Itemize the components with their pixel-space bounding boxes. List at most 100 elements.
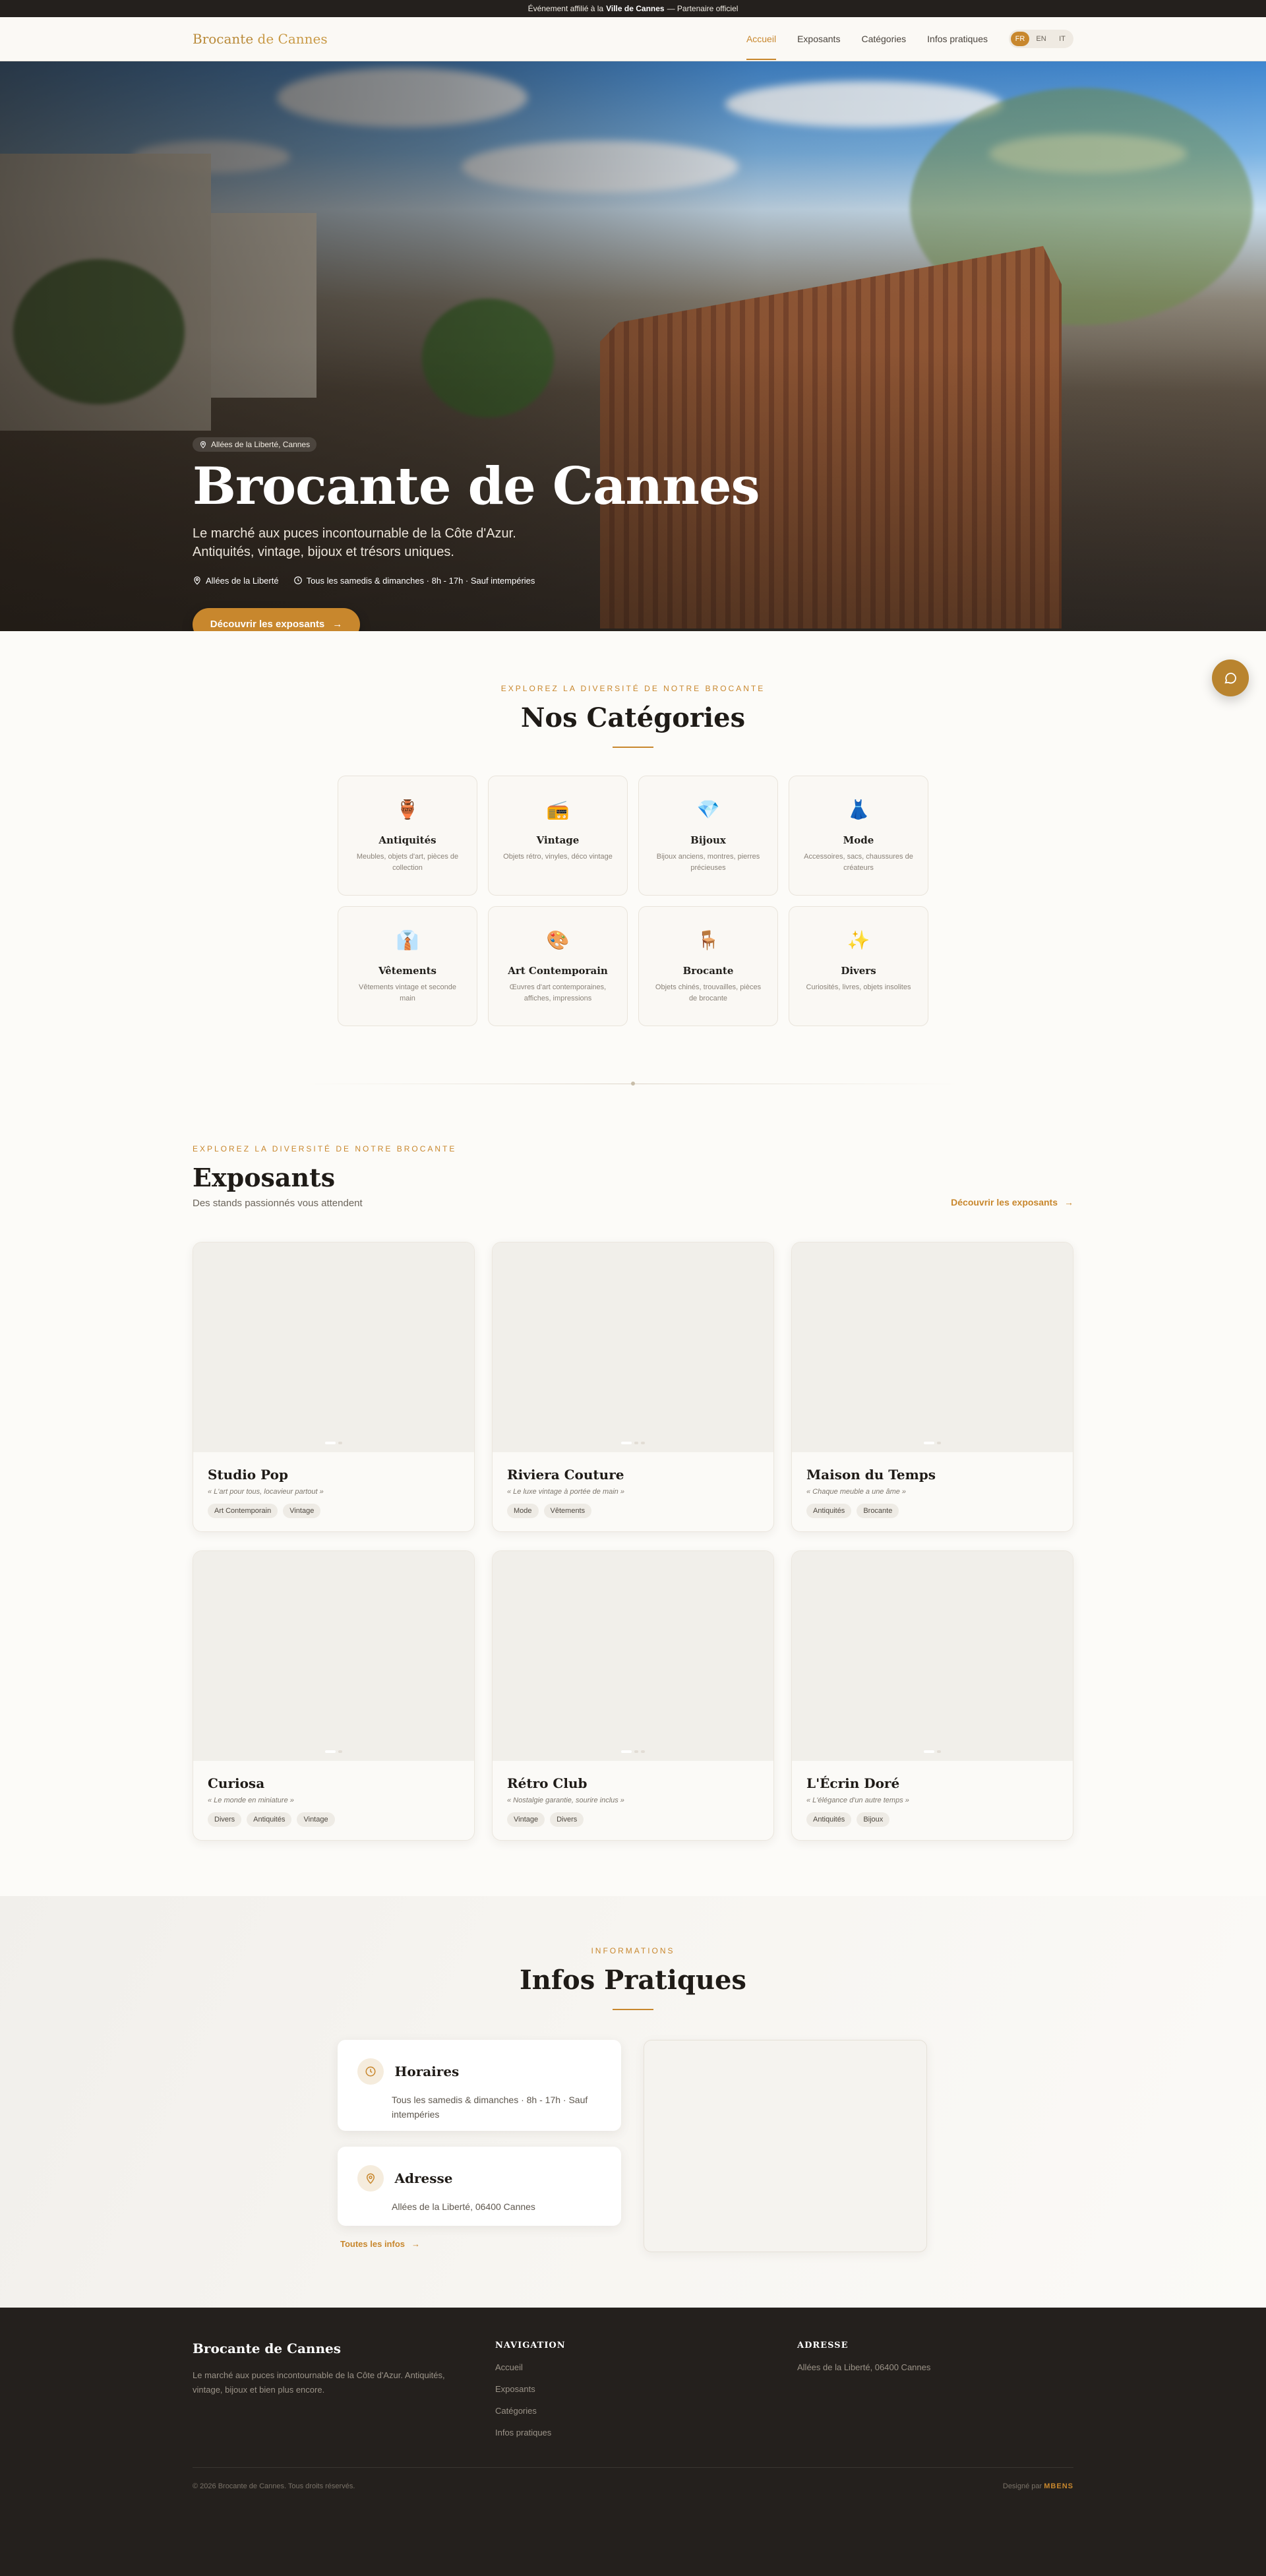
- exhibitor-name: Maison du Temps: [806, 1467, 936, 1483]
- hero-location-text: Allées de la Liberté: [206, 575, 279, 586]
- category-card-vintage[interactable]: 📻 Vintage Objets rétro, vinyles, déco vi…: [488, 776, 628, 896]
- see-all-exhibitors-link[interactable]: Découvrir les exposants →: [951, 1197, 1073, 1208]
- footer-divider: [193, 2467, 1073, 2468]
- footer-link-categories[interactable]: Catégories: [495, 2406, 566, 2416]
- category-card-mode[interactable]: 👗 Mode Accessoires, sacs, chaussures de …: [789, 776, 928, 896]
- carousel-dots: [325, 1750, 342, 1753]
- footer-link-accueil[interactable]: Accueil: [495, 2362, 566, 2372]
- site-footer: Brocante de Cannes Le marché aux puces i…: [0, 2308, 1266, 2576]
- pin-icon: [194, 576, 200, 586]
- exhibitor-card-curiosa[interactable]: Curiosa « Le monde en miniature » Divers…: [193, 1550, 475, 1841]
- hero-banner: Allées de la Liberté, Cannes Brocante de…: [0, 61, 1266, 631]
- hours-text: Tous les samedis & dimanches · 8h - 17h …: [392, 2095, 588, 2120]
- logo-part-1: Brocante: [193, 31, 254, 47]
- clock-icon: [293, 576, 302, 585]
- hours-card: Horaires Tous les samedis & dimanches · …: [338, 2040, 621, 2131]
- exhibitor-tagline: « L'élégance d'un autre temps »: [806, 1796, 909, 1804]
- category-card-brocante[interactable]: 🪑 Brocante Objets chinés, trouvailles, p…: [638, 906, 778, 1026]
- location-map[interactable]: [644, 2040, 927, 2252]
- discover-exhibitors-button[interactable]: Découvrir les exposants →: [193, 607, 360, 631]
- exhibitor-photo[interactable]: [493, 1242, 773, 1452]
- title-underline: [613, 2009, 653, 2010]
- category-card-antiquites[interactable]: 🏺 Antiquités Meubles, objets d'art, pièc…: [338, 776, 477, 896]
- sparkles-icon: ✨: [847, 930, 870, 950]
- categories-title: Nos Catégories: [520, 702, 746, 733]
- category-description: Bijoux anciens, montres, pierres précieu…: [656, 853, 760, 872]
- chair-icon: 🪑: [696, 930, 720, 950]
- footer-brand: Brocante de Cannes: [193, 2341, 341, 2356]
- info-title: Infos Pratiques: [520, 1965, 746, 1996]
- dress-icon: 👗: [847, 799, 870, 820]
- affiliation-suffix: — Partenaire officiel: [667, 4, 738, 13]
- exhibitors-kicker: Explorez la diversité de notre brocante: [193, 1144, 457, 1153]
- exhibitor-name: Curiosa: [208, 1775, 265, 1791]
- categories-header: Explorez la diversité de notre brocante …: [0, 684, 1266, 748]
- footer-link-exposants[interactable]: Exposants: [495, 2384, 566, 2394]
- nav-link-categories[interactable]: Catégories: [861, 17, 906, 61]
- pin-icon: [357, 2165, 384, 2192]
- category-card-bijoux[interactable]: 💎 Bijoux Bijoux anciens, montres, pierre…: [638, 776, 778, 896]
- clock-icon: [357, 2058, 384, 2085]
- exhibitor-card-riviera-couture[interactable]: Riviera Couture « Le luxe vintage à port…: [492, 1242, 774, 1532]
- exhibitor-photo[interactable]: [792, 1551, 1073, 1761]
- tag-chip: Divers: [208, 1812, 242, 1827]
- hero-subtitle-line-1: Le marché aux puces incontournable de la…: [193, 526, 516, 541]
- designer-link[interactable]: MBENS: [1044, 2482, 1073, 2490]
- hero-schedule-text: Tous les samedis & dimanches · 8h - 17h …: [306, 575, 535, 586]
- lang-fr-button[interactable]: FR: [1011, 32, 1029, 46]
- footer-about: Le marché aux puces incontournable de la…: [193, 2370, 445, 2395]
- carousel-dots: [621, 1750, 645, 1753]
- category-description: Œuvres d'art contemporaines, affiches, i…: [509, 983, 607, 1002]
- carousel-dots: [924, 1442, 941, 1444]
- category-name: Brocante: [682, 965, 734, 977]
- footer-link-infos[interactable]: Infos pratiques: [495, 2428, 566, 2438]
- category-description: Objets chinés, trouvailles, pièces de br…: [655, 983, 762, 1002]
- tag-chip: Vintage: [297, 1812, 335, 1827]
- lang-en-button[interactable]: EN: [1032, 32, 1050, 46]
- exhibitor-photo[interactable]: [193, 1242, 474, 1452]
- nav-link-accueil[interactable]: Accueil: [746, 17, 777, 61]
- exhibitor-name: Rétro Club: [507, 1775, 588, 1791]
- hero-schedule: Tous les samedis & dimanches · 8h - 17h …: [293, 576, 535, 586]
- exhibitor-card-maison-du-temps[interactable]: Maison du Temps « Chaque meuble a une âm…: [791, 1242, 1073, 1532]
- category-description: Curiosités, livres, objets insolites: [806, 983, 911, 991]
- exhibitors-grid: Studio Pop « L'art pour tous, locavieur …: [193, 1242, 1073, 1841]
- category-card-vetements[interactable]: 👔 Vêtements Vêtements vintage et seconde…: [338, 906, 477, 1026]
- tag-chip: Divers: [550, 1812, 584, 1827]
- exhibitors-title: Exposants: [193, 1163, 336, 1192]
- hero-title: Brocante de Cannes: [193, 456, 760, 516]
- categories-grid: 🏺 Antiquités Meubles, objets d'art, pièc…: [338, 776, 928, 1026]
- site-logo[interactable]: Brocante de Cannes: [193, 31, 328, 47]
- exhibitor-name: Riviera Couture: [507, 1467, 624, 1483]
- affiliation-bar: Événement affilié à la Ville de Cannes —…: [0, 0, 1266, 17]
- category-description: Meubles, objets d'art, pièces de collect…: [356, 853, 459, 872]
- arrow-right-icon: →: [1064, 1197, 1073, 1208]
- shirt-icon: 👔: [396, 930, 419, 950]
- arrow-right-icon: →: [411, 2239, 420, 2249]
- exhibitor-photo[interactable]: [493, 1551, 773, 1761]
- category-name: Antiquités: [378, 834, 437, 846]
- category-name: Vêtements: [378, 965, 437, 977]
- category-name: Mode: [843, 834, 874, 846]
- tag-chip: Vintage: [507, 1812, 545, 1827]
- exhibitor-photo[interactable]: [193, 1551, 474, 1761]
- exhibitor-card-retro-club[interactable]: Rétro Club « Nostalgie garantie, sourire…: [492, 1550, 774, 1841]
- category-name: Divers: [841, 965, 876, 977]
- designed-by-label: Designé par: [1002, 2482, 1042, 2490]
- exhibitor-card-lecrin-dore[interactable]: L'Écrin Doré « L'élégance d'un autre tem…: [791, 1550, 1073, 1841]
- exhibitor-card-studio-pop[interactable]: Studio Pop « L'art pour tous, locavieur …: [193, 1242, 475, 1532]
- category-card-divers[interactable]: ✨ Divers Curiosités, livres, objets inso…: [789, 906, 928, 1026]
- all-info-label: Toutes les infos: [340, 2239, 405, 2249]
- arrow-right-icon: →: [332, 619, 343, 630]
- footer-address-title: Adresse: [797, 2341, 849, 2350]
- category-name: Bijoux: [690, 834, 726, 846]
- lang-it-button[interactable]: IT: [1053, 32, 1071, 46]
- tag-chip: Bijoux: [857, 1812, 890, 1827]
- exhibitor-photo[interactable]: [792, 1242, 1073, 1452]
- palette-icon: 🎨: [546, 930, 570, 950]
- all-info-link[interactable]: Toutes les infos →: [340, 2239, 420, 2249]
- nav-link-exposants[interactable]: Exposants: [797, 17, 840, 61]
- exhibitor-name: L'Écrin Doré: [806, 1775, 900, 1791]
- nav-link-infos[interactable]: Infos pratiques: [927, 17, 988, 61]
- category-card-art-contemporain[interactable]: 🎨 Art Contemporain Œuvres d'art contempo…: [488, 906, 628, 1026]
